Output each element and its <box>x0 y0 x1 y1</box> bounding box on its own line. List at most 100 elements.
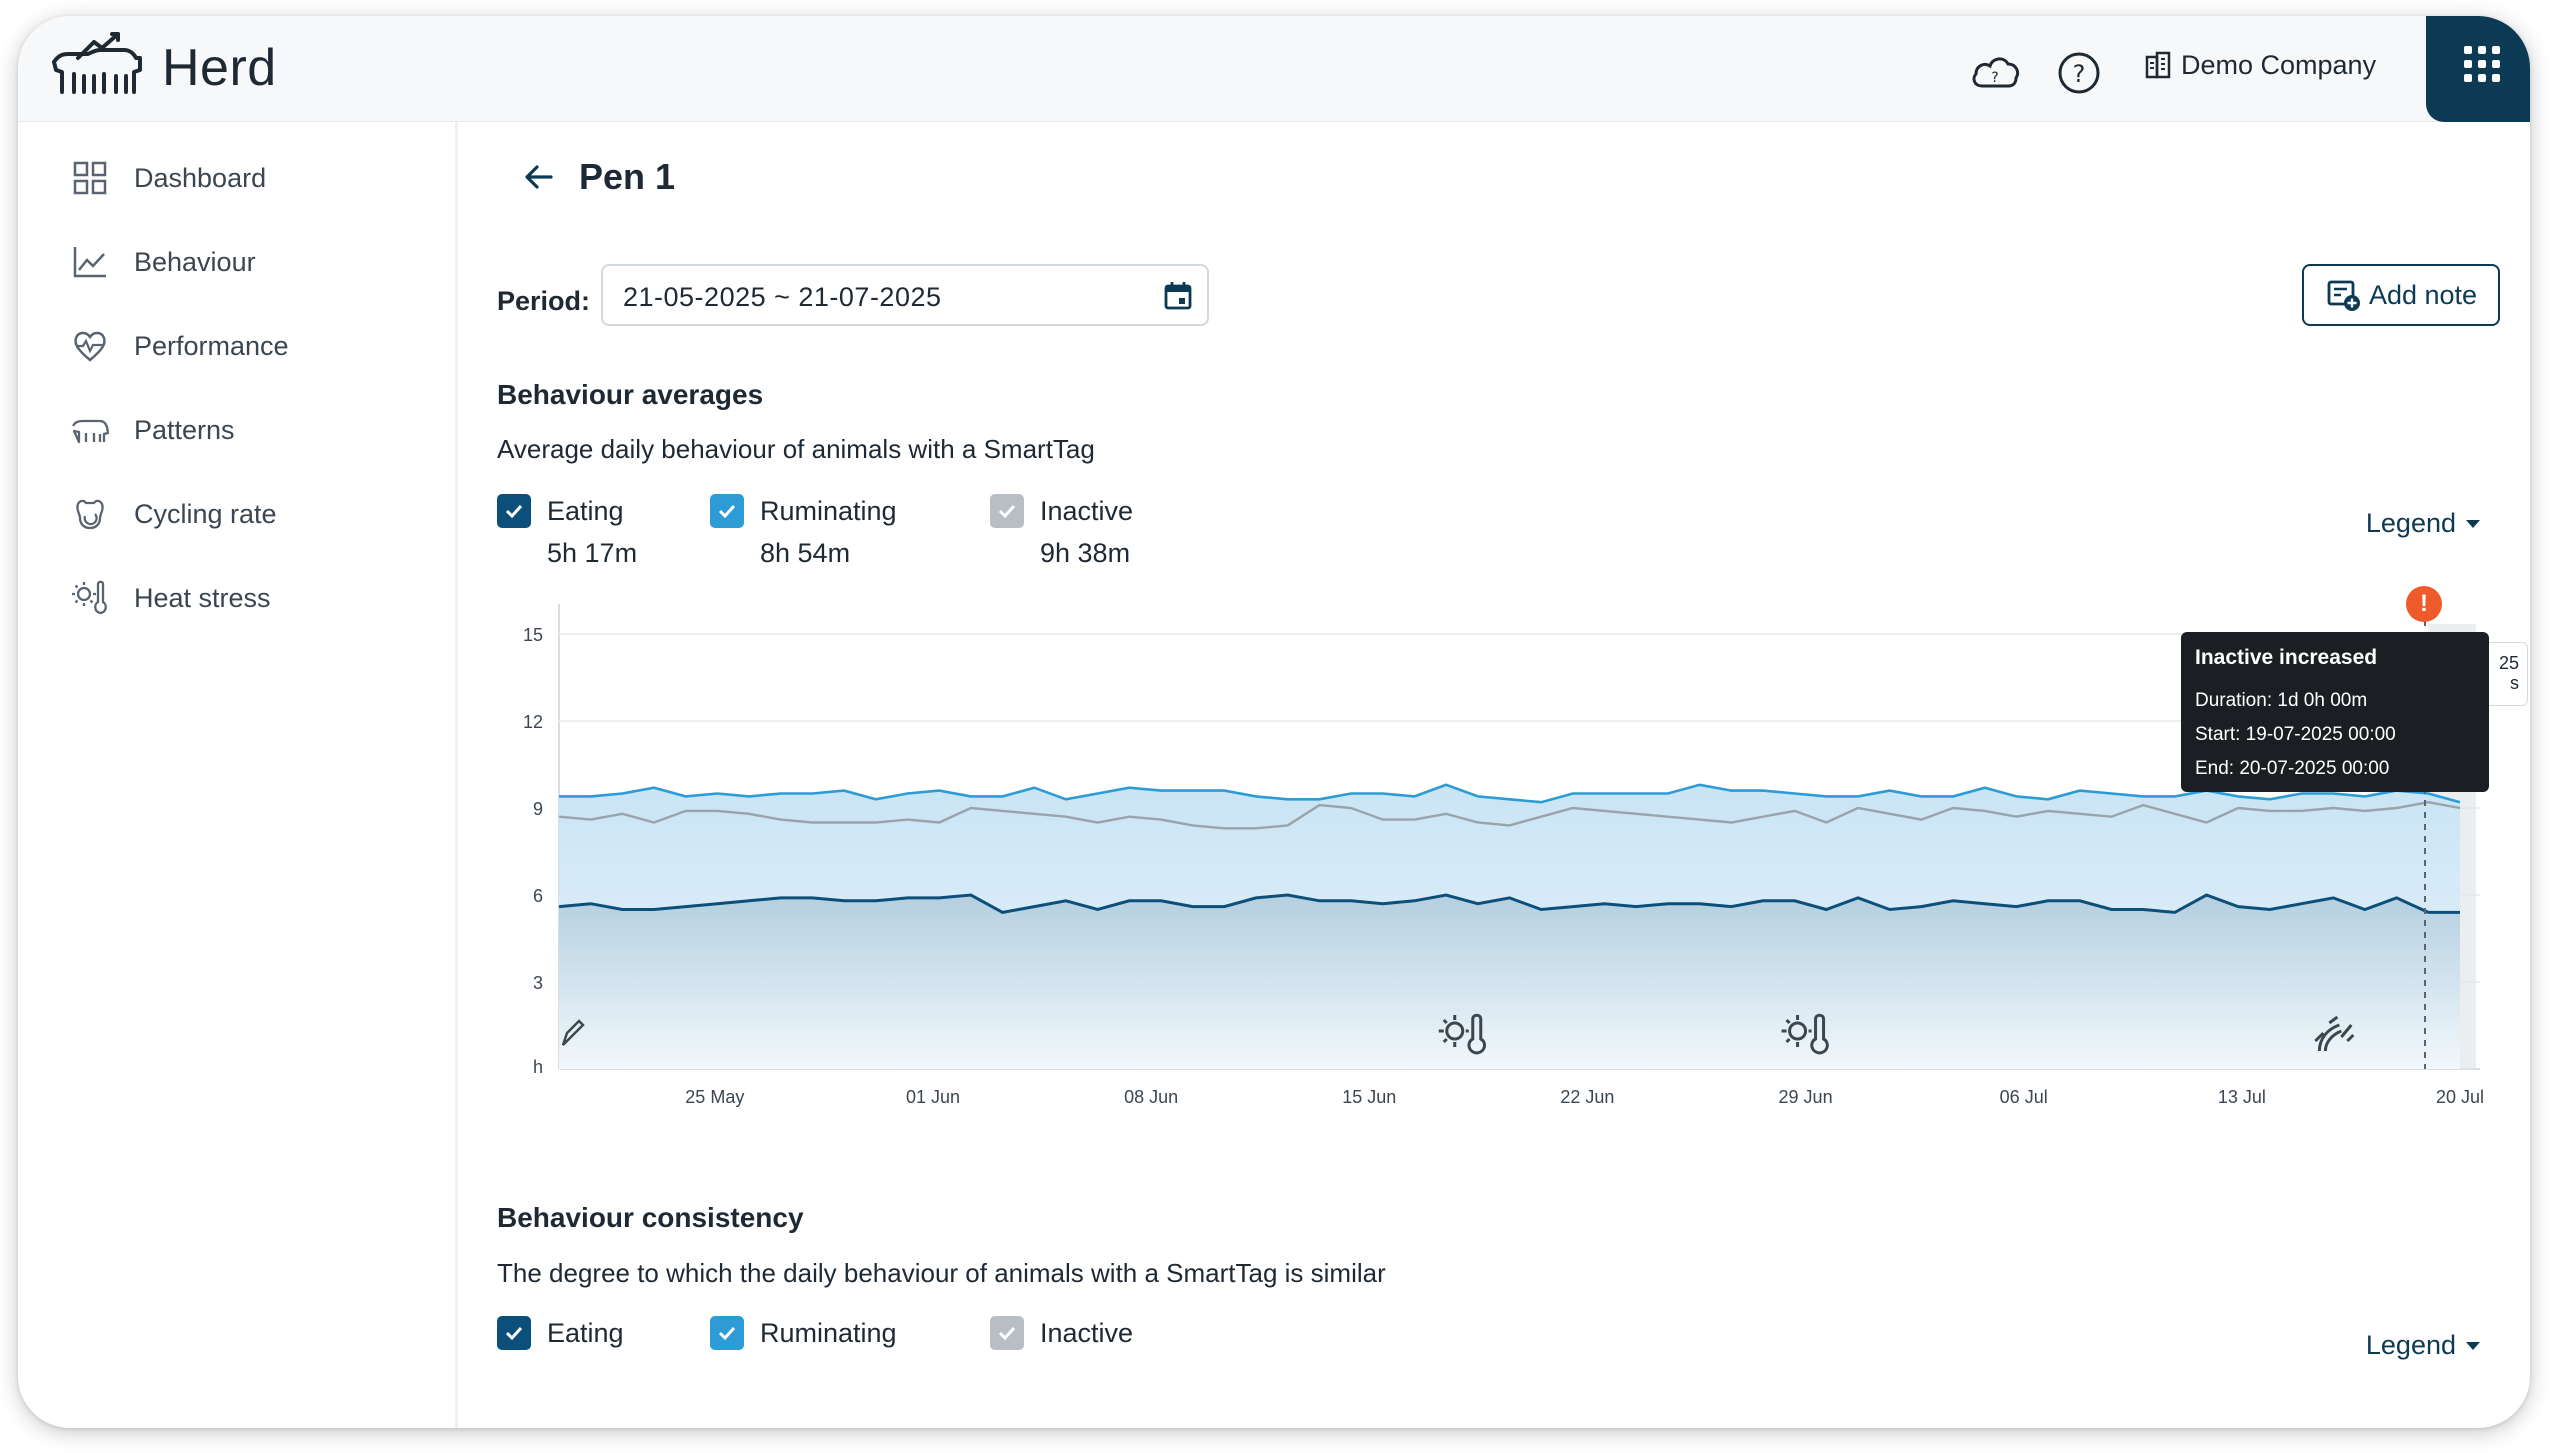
alert-marker[interactable]: ! <box>2406 586 2442 622</box>
consistency-eating-checkbox[interactable] <box>497 1316 531 1350</box>
sidebar-item-label: Dashboard <box>134 162 267 193</box>
period-label: Period: <box>497 286 591 316</box>
legend-label: Legend <box>2365 508 2456 538</box>
x-tick-label: 06 Jul <box>2000 1087 2048 1107</box>
svg-text:?: ? <box>1991 70 1998 86</box>
svg-text:?: ? <box>2073 60 2086 88</box>
caret-down-icon <box>2466 519 2480 528</box>
check-icon <box>505 1326 523 1341</box>
add-note-button[interactable]: Add note <box>2302 264 2500 326</box>
consistency-inactive-checkbox[interactable] <box>990 1316 1024 1350</box>
eating-toggle[interactable]: Eating 5h 17m <box>497 490 637 574</box>
sidebar-item-heat-stress[interactable]: Heat stress <box>70 578 271 618</box>
help-icon[interactable]: ? <box>2052 46 2106 100</box>
x-tick-label: 13 Jul <box>2218 1087 2266 1107</box>
y-tick-label: 12 <box>523 712 543 732</box>
add-note-icon <box>2327 280 2360 311</box>
calendar-icon[interactable] <box>1161 279 1195 313</box>
cow-pattern-icon <box>71 419 110 444</box>
inactive-value: 9h 38m <box>1040 538 1131 568</box>
averages-legend-button[interactable]: Legend <box>2366 508 2482 539</box>
sidebar-item-label: Cycling rate <box>134 498 277 529</box>
apps-menu-button[interactable] <box>2426 16 2530 122</box>
sidebar-item-patterns[interactable]: Patterns <box>70 410 235 450</box>
chart-areas <box>559 784 2460 1069</box>
caret-down-icon <box>2466 1341 2480 1350</box>
cycle-icon <box>76 499 104 530</box>
building-icon <box>2145 51 2171 78</box>
sidebar-item-label: Performance <box>134 330 289 361</box>
consistency-ruminating-checkbox[interactable] <box>710 1316 744 1350</box>
sidebar-item-cycling-rate[interactable]: Cycling rate <box>70 494 277 534</box>
x-tick-label: 25 May <box>685 1087 744 1107</box>
period-date-range-input[interactable]: 21-05-2025 ~ 21-07-2025 <box>601 264 1209 326</box>
x-tick-label: 20 Jul <box>2436 1087 2484 1107</box>
x-tick-label: 08 Jun <box>1124 1087 1178 1107</box>
tooltip-duration: Duration: 1d 0h 00m <box>2195 690 2368 711</box>
x-tick-label: 01 Jun <box>906 1087 960 1107</box>
consistency-eating-toggle[interactable]: Eating <box>497 1312 624 1354</box>
ruminating-toggle[interactable]: Ruminating 8h 54m <box>710 490 897 574</box>
event-tooltip: Inactive increased Duration: 1d 0h 00m S… <box>2181 632 2489 792</box>
ruminating-label: Ruminating <box>760 496 897 526</box>
ruminating-checkbox[interactable] <box>710 494 744 528</box>
y-tick-label: 6 <box>533 886 543 906</box>
tooltip-title: Inactive increased <box>2195 646 2378 669</box>
check-icon <box>998 504 1016 519</box>
eating-checkbox[interactable] <box>497 494 531 528</box>
consistency-inactive-label: Inactive <box>1040 1318 1134 1348</box>
averages-title: Behaviour averages <box>497 379 764 410</box>
page-header: Pen 1 <box>521 156 675 198</box>
inactive-label: Inactive <box>1040 496 1134 526</box>
sidebar-item-behaviour[interactable]: Behaviour <box>70 242 256 282</box>
sidebar-item-label: Patterns <box>134 414 235 445</box>
consistency-description: The degree to which the daily behaviour … <box>497 1258 1386 1288</box>
consistency-ruminating-toggle[interactable]: Ruminating <box>710 1312 897 1354</box>
averages-description: Average daily behaviour of animals with … <box>497 434 1095 464</box>
x-tick-label: 29 Jun <box>1779 1087 1833 1107</box>
herd-logo[interactable]: Herd <box>48 28 277 108</box>
top-bar: Herd ? ? Demo Company <box>18 16 2530 122</box>
check-icon <box>505 504 523 519</box>
y-tick-label: 15 <box>523 625 543 645</box>
app-name: Herd <box>162 39 277 97</box>
tooltip-start: Start: 19-07-2025 00:00 <box>2195 724 2396 745</box>
consistency-title: Behaviour consistency <box>497 1202 804 1233</box>
line-chart-icon <box>73 247 106 278</box>
tooltip-end: End: 20-07-2025 00:00 <box>2195 758 2390 779</box>
company-selector[interactable]: Demo Company <box>2143 50 2376 81</box>
hidden-tooltip-text: s <box>2510 673 2519 693</box>
eating-area <box>559 895 2460 1069</box>
ruminating-value: 8h 54m <box>760 538 851 568</box>
check-icon <box>998 1326 1016 1341</box>
arrow-left-icon[interactable] <box>521 159 557 195</box>
company-name: Demo Company <box>2181 50 2377 80</box>
sidebar: Dashboard Behaviour Performance Patterns <box>18 122 458 1428</box>
consistency-eating-label: Eating <box>547 1318 624 1348</box>
cloud-sync-icon[interactable]: ? <box>1968 46 2022 100</box>
heat-stress-icon <box>72 580 107 615</box>
cows-logo-icon <box>52 32 142 94</box>
inactive-checkbox[interactable] <box>990 494 1024 528</box>
y-axis-unit: h <box>533 1057 543 1077</box>
consistency-ruminating-label: Ruminating <box>760 1318 897 1348</box>
consistency-legend-button[interactable]: Legend <box>2366 1330 2482 1361</box>
heart-pulse-icon <box>74 331 106 362</box>
y-tick-label: 9 <box>533 799 543 819</box>
period-value: 21-05-2025 ~ 21-07-2025 <box>623 282 942 312</box>
check-icon <box>718 504 736 519</box>
apps-grid-icon <box>2464 46 2500 82</box>
hidden-tooltip-text: 25 <box>2498 653 2519 673</box>
sidebar-item-label: Behaviour <box>134 246 256 277</box>
eating-label: Eating <box>547 496 624 526</box>
check-icon <box>718 1326 736 1341</box>
sidebar-item-dashboard[interactable]: Dashboard <box>70 158 266 198</box>
inactive-toggle[interactable]: Inactive 9h 38m <box>990 490 1133 574</box>
add-note-label: Add note <box>2368 279 2478 310</box>
x-tick-label: 15 Jun <box>1342 1087 1396 1107</box>
eating-value: 5h 17m <box>547 538 638 568</box>
y-tick-label: 3 <box>533 973 543 993</box>
page-title: Pen 1 <box>579 156 676 197</box>
sidebar-item-performance[interactable]: Performance <box>70 326 289 366</box>
consistency-inactive-toggle[interactable]: Inactive <box>990 1312 1133 1354</box>
